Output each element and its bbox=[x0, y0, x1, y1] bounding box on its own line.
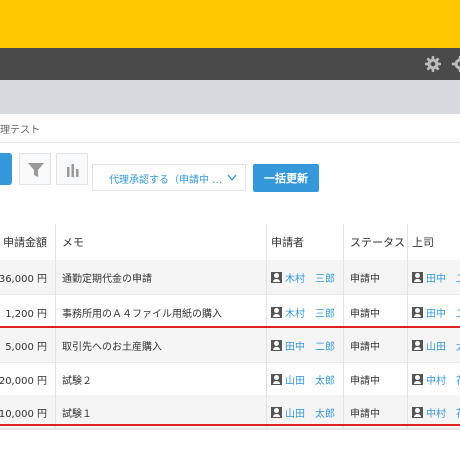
table-bottom-border bbox=[0, 428, 460, 429]
applicant-name[interactable]: 木村 三郎 bbox=[285, 305, 335, 320]
amount-cell: 1,200 円 bbox=[5, 308, 47, 320]
amount-cell: 10,000 円 bbox=[0, 408, 47, 420]
filter-icon bbox=[28, 163, 44, 177]
table-row[interactable]: 10,000 円 試験１ 山田 太郎 申請中 中村 花 bbox=[0, 395, 460, 430]
bar-chart-icon bbox=[67, 164, 79, 177]
user-icon bbox=[412, 339, 423, 351]
filter-button[interactable] bbox=[19, 153, 51, 185]
column-header-applicant[interactable]: 申請者 bbox=[267, 224, 343, 260]
boss-name[interactable]: 中村 花 bbox=[426, 405, 460, 420]
boss-cell[interactable]: 田中 二 bbox=[408, 295, 460, 329]
bulk-update-button[interactable]: 一括更新 bbox=[253, 164, 319, 192]
amount-cell: 20,000 円 bbox=[0, 375, 47, 387]
column-divider bbox=[266, 224, 267, 428]
memo-cell: 通勤定期代金の申請 bbox=[62, 273, 152, 285]
memo-cell: 試験２ bbox=[62, 375, 92, 387]
boss-name[interactable]: 山田 太 bbox=[426, 338, 460, 353]
proxy-approve-select[interactable]: 代理承認する（申請中 … bbox=[92, 164, 246, 191]
boss-cell[interactable]: 中村 花 bbox=[408, 395, 460, 429]
graph-button[interactable] bbox=[56, 153, 88, 185]
boss-cell[interactable]: 田中 二 bbox=[408, 260, 460, 294]
breadcrumb-current[interactable]: 理テスト bbox=[0, 121, 40, 136]
boss-cell[interactable]: 山田 太 bbox=[408, 328, 460, 362]
user-icon bbox=[271, 373, 282, 385]
user-icon bbox=[412, 406, 423, 418]
boss-cell[interactable]: 中村 花 bbox=[408, 362, 460, 396]
app-toolbar bbox=[0, 48, 460, 80]
applicant-cell[interactable]: 山田 太郎 bbox=[267, 395, 343, 429]
column-divider bbox=[407, 224, 408, 428]
column-header-memo[interactable]: メモ bbox=[56, 224, 266, 260]
status-cell: 申請中 bbox=[350, 308, 380, 320]
user-icon bbox=[271, 306, 282, 318]
applicant-cell[interactable]: 木村 三郎 bbox=[267, 295, 343, 329]
breadcrumb: 理テスト bbox=[0, 114, 460, 143]
column-divider bbox=[343, 224, 344, 428]
applicant-name[interactable]: 木村 三郎 bbox=[285, 270, 335, 285]
table-row[interactable]: 1,200 円 事務所用のＡ４ファイル用紙の購入 木村 三郎 申請中 田中 二 bbox=[0, 295, 460, 330]
user-icon bbox=[412, 373, 423, 385]
column-divider bbox=[55, 224, 56, 428]
gear-icon[interactable] bbox=[424, 55, 442, 73]
boss-name[interactable]: 田中 二 bbox=[426, 270, 460, 285]
status-cell: 申請中 bbox=[350, 273, 380, 285]
applicant-cell[interactable]: 木村 三郎 bbox=[267, 260, 343, 294]
user-icon bbox=[271, 406, 282, 418]
table-header-row: 申請金額 メモ 申請者 ステータス 上司 bbox=[0, 224, 460, 261]
column-header-boss[interactable]: 上司 bbox=[408, 224, 460, 260]
applicant-cell[interactable]: 田中 二郎 bbox=[267, 328, 343, 362]
table-row[interactable]: 20,000 円 試験２ 山田 太郎 申請中 中村 花 bbox=[0, 362, 460, 397]
add-record-button[interactable] bbox=[0, 153, 12, 185]
proxy-approve-select-value: 代理承認する（申請中 … bbox=[109, 175, 223, 186]
user-icon bbox=[412, 306, 423, 318]
boss-name[interactable]: 田中 二 bbox=[426, 305, 460, 320]
user-icon bbox=[412, 271, 423, 283]
memo-cell: 取引先へのお土産購入 bbox=[62, 341, 162, 353]
kintone-header-bar bbox=[0, 0, 460, 48]
memo-cell: 試験１ bbox=[62, 408, 92, 420]
status-cell: 申請中 bbox=[350, 375, 380, 387]
table-row[interactable]: 36,000 円 通勤定期代金の申請 木村 三郎 申請中 田中 二 bbox=[0, 260, 460, 295]
applicant-name[interactable]: 山田 太郎 bbox=[285, 405, 335, 420]
user-icon bbox=[271, 339, 282, 351]
navigation-bar bbox=[0, 80, 460, 114]
column-header-status[interactable]: ステータス bbox=[344, 224, 407, 260]
applicant-name[interactable]: 山田 太郎 bbox=[285, 372, 335, 387]
amount-cell: 5,000 円 bbox=[5, 341, 47, 353]
applicant-name[interactable]: 田中 二郎 bbox=[285, 338, 335, 353]
user-icon bbox=[271, 271, 282, 283]
boss-name[interactable]: 中村 花 bbox=[426, 372, 460, 387]
gear-icon[interactable] bbox=[451, 55, 460, 73]
status-cell: 申請中 bbox=[350, 341, 380, 353]
memo-cell: 事務所用のＡ４ファイル用紙の購入 bbox=[62, 308, 222, 320]
table-row[interactable]: 5,000 円 取引先へのお土産購入 田中 二郎 申請中 山田 太 bbox=[0, 328, 460, 363]
amount-cell: 36,000 円 bbox=[0, 273, 47, 285]
column-header-amount[interactable]: 申請金額 bbox=[0, 224, 55, 260]
applicant-cell[interactable]: 山田 太郎 bbox=[267, 362, 343, 396]
status-cell: 申請中 bbox=[350, 408, 380, 420]
chevron-down-icon bbox=[227, 174, 237, 182]
